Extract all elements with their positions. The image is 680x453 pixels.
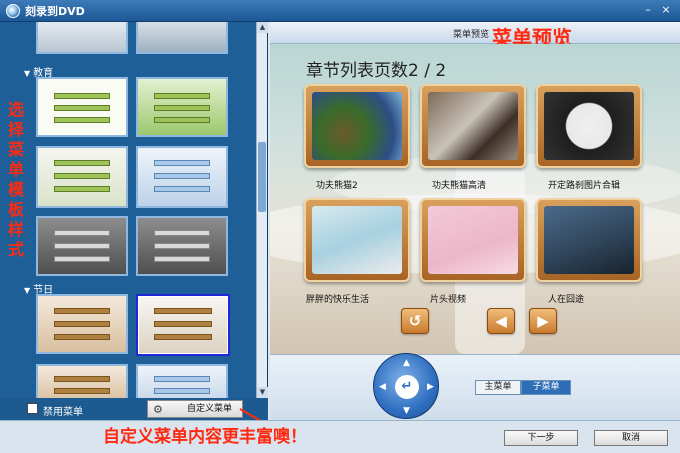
template-thumbnail[interactable]: [136, 216, 228, 276]
chapter-label: 开定路刹图片合辑: [548, 181, 621, 191]
chapter-thumbnail[interactable]: [420, 84, 526, 168]
template-thumbnail[interactable]: [36, 216, 128, 276]
disable-menu-checkbox[interactable]: [27, 403, 38, 414]
scroll-up-arrow-icon[interactable]: ▲: [257, 22, 268, 33]
chapter-label: 人在囧途: [548, 295, 585, 305]
template-thumbnail[interactable]: [36, 77, 128, 137]
template-thumbnail[interactable]: [136, 22, 228, 54]
custom-menu-button[interactable]: ⚙ 自定义菜单: [147, 400, 243, 418]
collapse-triangle-icon: ▼: [24, 286, 31, 295]
chapter-thumbnail[interactable]: [536, 198, 642, 282]
template-thumbnail[interactable]: [36, 294, 128, 354]
gear-icon: ⚙: [153, 403, 163, 416]
return-menu-button[interactable]: ↺: [401, 308, 429, 334]
dpad-down-icon[interactable]: ▼: [403, 406, 410, 416]
template-thumbnail[interactable]: [136, 364, 228, 398]
chapter-label: 片头视频: [430, 295, 467, 305]
dpad-left-icon[interactable]: ◀: [379, 382, 386, 392]
template-thumbnail-selected[interactable]: [136, 294, 230, 356]
scroll-down-arrow-icon[interactable]: ▼: [257, 387, 268, 398]
dpad-up-icon[interactable]: ▲: [403, 358, 410, 368]
template-thumbnail[interactable]: [136, 146, 228, 208]
menu-preview: 章节列表页数2 / 2 功夫熊猫2 功夫熊猫高清 开定路刹图片合辑 胖胖的快乐生…: [270, 44, 680, 354]
chapter-thumbnail[interactable]: [536, 84, 642, 168]
collapse-triangle-icon: ▼: [24, 69, 31, 78]
template-thumbnail[interactable]: [36, 146, 128, 208]
cancel-button[interactable]: 取消: [594, 430, 668, 446]
chapter-page-title: 章节列表页数2 / 2: [306, 61, 447, 81]
prev-page-button[interactable]: ◀: [487, 308, 515, 334]
chapter-label: 胖胖的快乐生活: [306, 295, 370, 305]
remote-dpad[interactable]: ▲ ▼ ◀ ▶ ↵: [373, 353, 439, 419]
disable-menu-label: 禁用菜单: [43, 407, 83, 418]
dpad-enter-icon[interactable]: ↵: [395, 375, 419, 399]
title-bar: 刻录到DVD – ×: [0, 0, 680, 22]
minimize-button[interactable]: –: [640, 3, 656, 18]
close-button[interactable]: ×: [658, 3, 674, 18]
template-thumbnail[interactable]: [36, 364, 128, 398]
template-thumbnail[interactable]: [136, 77, 228, 137]
left-footer: 禁用菜单 ⚙ 自定义菜单: [0, 398, 268, 420]
template-panel: ▼ 教育 ▼ 节日 选择菜单模板样式: [0, 22, 268, 398]
chapter-thumbnail[interactable]: [420, 198, 526, 282]
bottom-bar: 自定义菜单内容更丰富噢！ 下一步 取消: [0, 420, 680, 453]
preview-header-label: 菜单预览: [453, 30, 490, 40]
main-menu-tab[interactable]: 主菜单: [475, 380, 521, 395]
template-thumbnail[interactable]: [36, 22, 128, 54]
window-title: 刻录到DVD: [25, 5, 85, 18]
chapter-label: 功夫熊猫2: [316, 181, 358, 191]
chapter-label: 功夫熊猫高清: [432, 181, 487, 191]
disc-icon: [6, 4, 20, 18]
next-button[interactable]: 下一步: [504, 430, 578, 446]
scroll-thumb[interactable]: [258, 142, 266, 212]
control-strip: ▲ ▼ ◀ ▶ ↵ 主菜单 子菜单: [270, 353, 680, 420]
dpad-right-icon[interactable]: ▶: [427, 382, 434, 392]
template-scrollbar[interactable]: ▲ ▼: [256, 22, 268, 398]
custom-menu-annotation: 自定义菜单内容更丰富噢！: [103, 427, 307, 447]
sub-menu-tab[interactable]: 子菜单: [521, 380, 571, 395]
chapter-thumbnail[interactable]: [304, 84, 410, 168]
preview-header: 菜单预览 菜单预览: [270, 22, 680, 50]
next-page-button[interactable]: ▶: [529, 308, 557, 334]
template-style-annotation: 选择菜单模板样式: [7, 100, 24, 259]
chapter-thumbnail[interactable]: [304, 198, 410, 282]
